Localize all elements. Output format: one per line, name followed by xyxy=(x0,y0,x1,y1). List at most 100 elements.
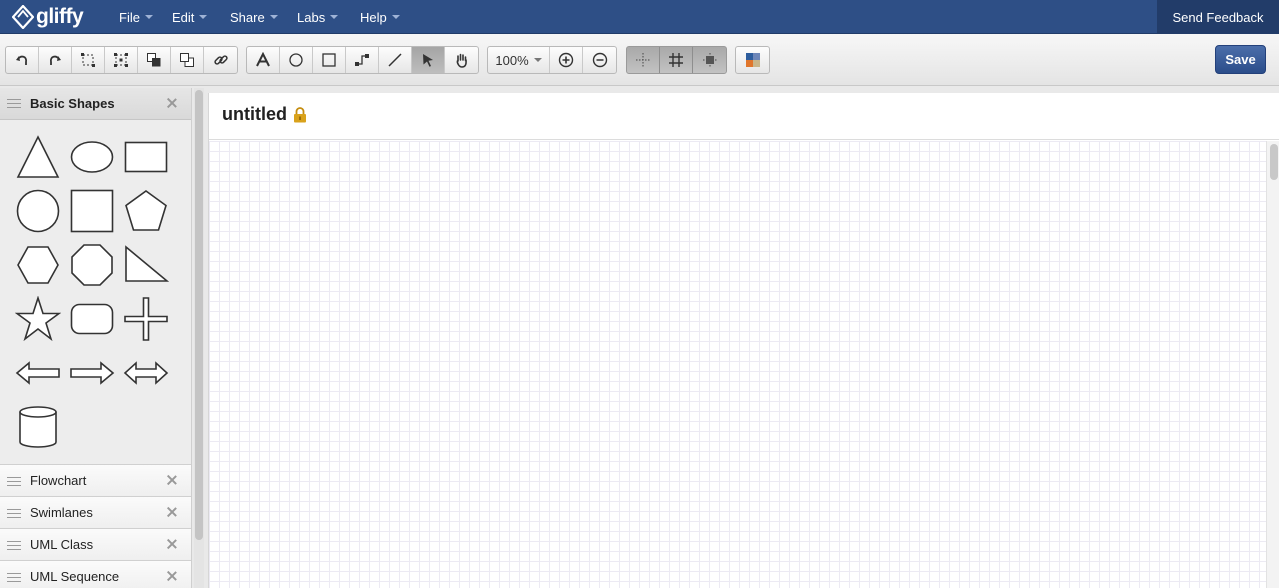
right-arrow-shape[interactable] xyxy=(69,350,115,396)
text-tool-button[interactable] xyxy=(247,47,280,73)
undo-icon xyxy=(16,55,27,65)
pointer-tool-button[interactable] xyxy=(412,47,445,73)
menu-share[interactable]: Share xyxy=(230,0,278,34)
rectangle-tool-icon xyxy=(322,53,336,67)
grid-icon xyxy=(669,53,683,67)
undo-button[interactable] xyxy=(6,47,39,73)
canvas-scrollbar[interactable] xyxy=(1266,141,1279,588)
send-back-icon xyxy=(180,53,194,67)
caret-down-icon xyxy=(330,15,339,19)
ellipse-shape[interactable] xyxy=(69,134,115,180)
library-swimlanes[interactable]: Swimlanes xyxy=(0,496,191,528)
connector-tool-icon xyxy=(355,54,369,66)
library-uml-class[interactable]: UML Class xyxy=(0,528,191,560)
rounded-rectangle-shape[interactable] xyxy=(69,296,115,342)
close-icon[interactable] xyxy=(166,474,178,486)
lock-icon[interactable] xyxy=(293,107,307,123)
document-title[interactable]: untitled xyxy=(222,104,287,125)
snap-button[interactable] xyxy=(627,47,660,73)
select-group-icon xyxy=(81,53,95,67)
menu-edit-label: Edit xyxy=(172,9,195,25)
connector-tool-button[interactable] xyxy=(346,47,379,73)
library-flowchart[interactable]: Flowchart xyxy=(0,464,191,496)
zoom-in-button[interactable] xyxy=(550,47,583,73)
close-icon[interactable] xyxy=(166,538,178,550)
drag-handle-icon[interactable] xyxy=(7,573,21,585)
menu-help[interactable]: Help xyxy=(360,0,400,34)
zoom-value: 100% xyxy=(495,52,529,68)
triangle-shape[interactable] xyxy=(15,134,61,180)
ungroup-button[interactable] xyxy=(105,47,138,73)
theme-icon xyxy=(745,53,760,67)
right-triangle-shape[interactable] xyxy=(123,242,169,288)
shape-library-panel: Basic Shapes Flowchart Swimlanes UML Cla… xyxy=(0,88,192,588)
cylinder-shape[interactable] xyxy=(15,404,61,450)
cross-shape[interactable] xyxy=(123,296,169,342)
send-feedback-button[interactable]: Send Feedback xyxy=(1157,0,1279,34)
grid-group xyxy=(626,46,727,74)
snap-objects-button[interactable] xyxy=(693,47,726,73)
menu-file[interactable]: File xyxy=(119,0,153,34)
square-shape[interactable] xyxy=(69,188,115,234)
octagon-shape[interactable] xyxy=(69,242,115,288)
drawing-canvas[interactable] xyxy=(209,141,1266,588)
library-label: UML Class xyxy=(30,537,94,552)
line-tool-button[interactable] xyxy=(379,47,412,73)
rectangle-tool-button[interactable] xyxy=(313,47,346,73)
panel-scrollbar[interactable] xyxy=(194,88,204,588)
gliffy-logo[interactable]: gliffy xyxy=(12,3,84,31)
link-icon xyxy=(213,55,228,65)
scrollbar-thumb[interactable] xyxy=(1270,144,1278,180)
theme-group xyxy=(735,46,770,74)
drag-handle-icon[interactable] xyxy=(7,99,21,111)
theme-button[interactable] xyxy=(736,47,769,73)
menu-labs-label: Labs xyxy=(297,9,326,25)
zoom-select[interactable]: 100% xyxy=(488,47,550,73)
pan-tool-icon xyxy=(456,53,467,68)
close-icon[interactable] xyxy=(166,506,178,518)
grid-button[interactable] xyxy=(660,47,693,73)
redo-icon xyxy=(50,55,61,65)
drag-handle-icon[interactable] xyxy=(7,477,21,489)
snap-objects-icon xyxy=(702,53,717,67)
menu-share-label: Share xyxy=(230,9,265,25)
pointer-tool-icon xyxy=(423,54,433,67)
logo-text: gliffy xyxy=(36,5,84,28)
close-icon[interactable] xyxy=(166,570,178,582)
ellipse-tool-button[interactable] xyxy=(280,47,313,73)
edit-tools-group xyxy=(5,46,238,74)
pan-tool-button[interactable] xyxy=(445,47,478,73)
link-button[interactable] xyxy=(204,47,237,73)
pentagon-shape[interactable] xyxy=(123,188,169,234)
group-button[interactable] xyxy=(72,47,105,73)
library-uml-sequence[interactable]: UML Sequence xyxy=(0,560,191,588)
save-button[interactable]: Save xyxy=(1215,45,1266,74)
star-shape[interactable] xyxy=(15,296,61,342)
drag-handle-icon[interactable] xyxy=(7,509,21,521)
send-back-button[interactable] xyxy=(171,47,204,73)
left-arrow-shape[interactable] xyxy=(15,350,61,396)
scrollbar-thumb[interactable] xyxy=(195,90,203,540)
drawing-tools-group xyxy=(246,46,479,74)
library-label: Swimlanes xyxy=(30,505,93,520)
redo-button[interactable] xyxy=(39,47,72,73)
close-icon[interactable] xyxy=(166,97,178,109)
hexagon-shape[interactable] xyxy=(15,242,61,288)
circle-shape[interactable] xyxy=(15,188,61,234)
library-header-basic-shapes[interactable]: Basic Shapes xyxy=(0,88,191,120)
library-label: Flowchart xyxy=(30,473,87,488)
library-label: UML Sequence xyxy=(30,569,120,584)
rectangle-shape[interactable] xyxy=(123,134,169,180)
zoom-out-button[interactable] xyxy=(583,47,616,73)
caret-down-icon xyxy=(199,15,208,19)
menu-labs[interactable]: Labs xyxy=(297,0,339,34)
line-tool-icon xyxy=(388,53,402,67)
caret-down-icon xyxy=(144,15,153,19)
drag-handle-icon[interactable] xyxy=(7,541,21,553)
basic-shapes-grid xyxy=(0,121,191,463)
caret-down-icon xyxy=(533,58,542,62)
double-arrow-shape[interactable] xyxy=(123,350,169,396)
menu-edit[interactable]: Edit xyxy=(172,0,208,34)
toolbar: 100% Save xyxy=(0,34,1279,86)
bring-front-button[interactable] xyxy=(138,47,171,73)
